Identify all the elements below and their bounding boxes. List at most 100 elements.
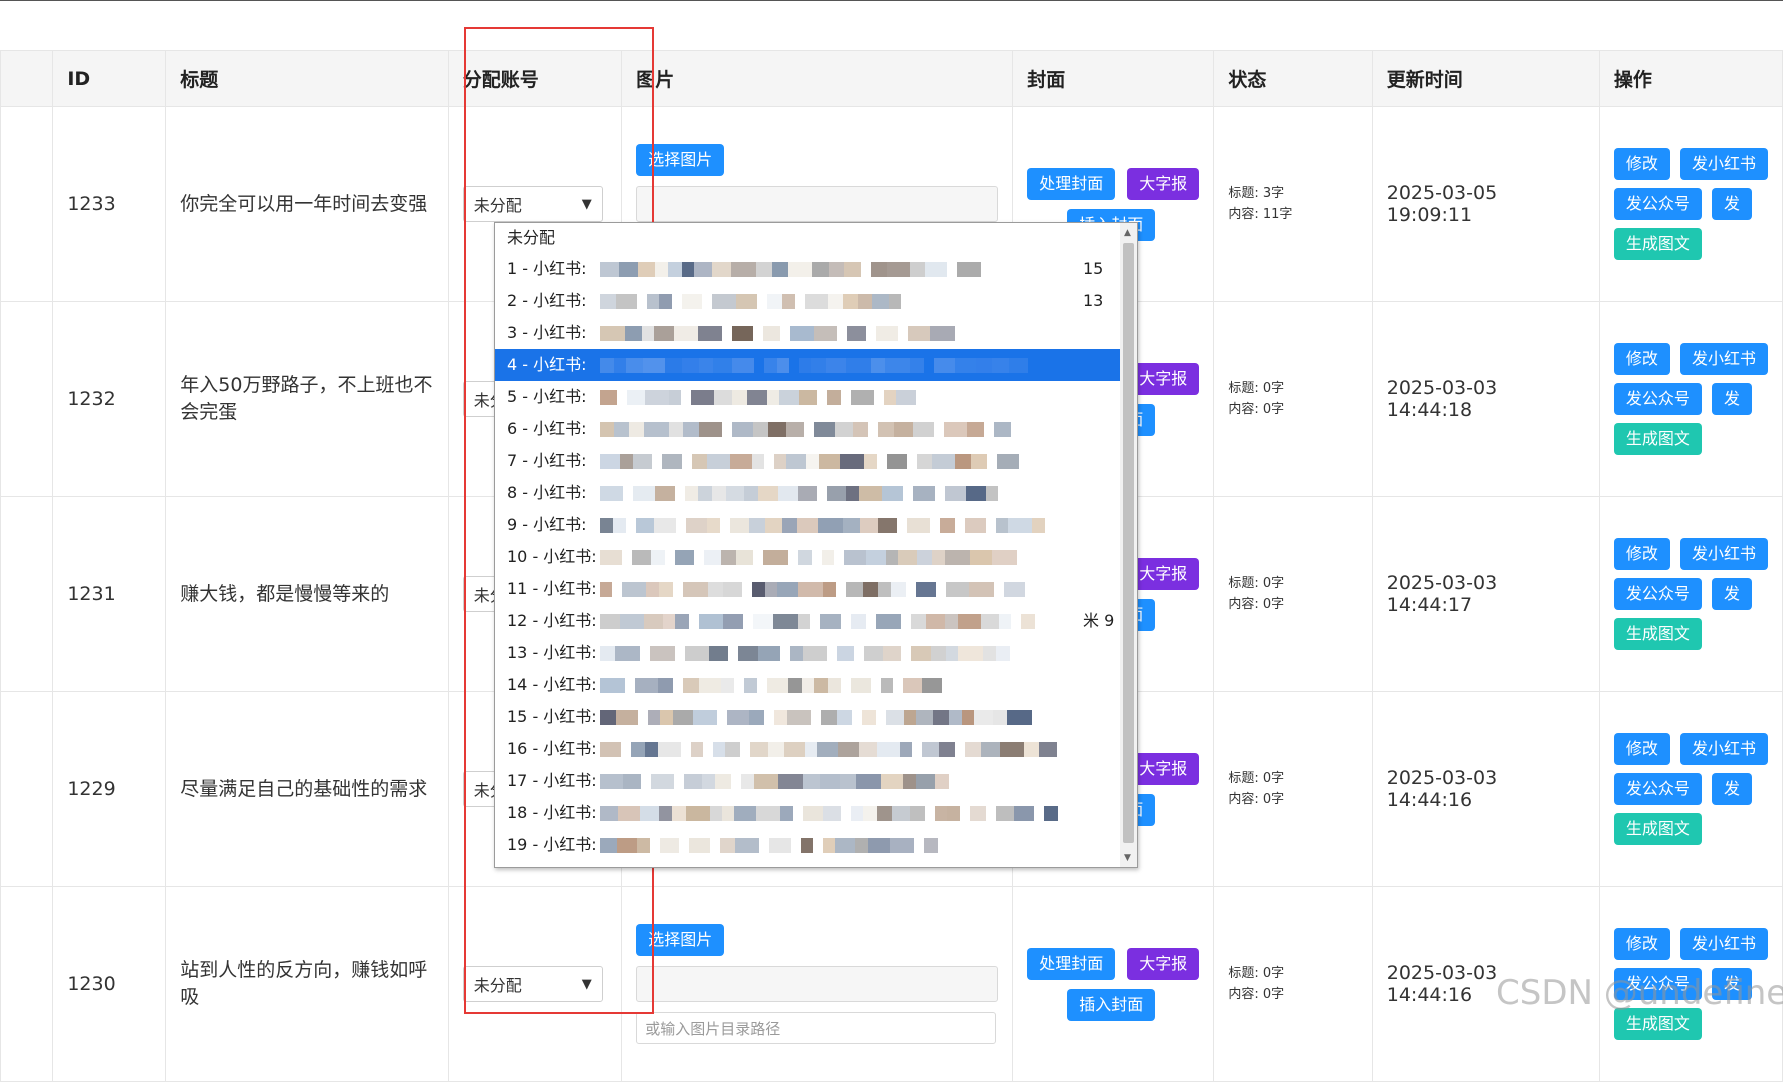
edit-button[interactable]: 修改 [1613,733,1670,765]
insert-cover-button[interactable]: 插入封面 [1067,988,1156,1021]
dropdown-option[interactable]: 17 - 小红书: [495,765,1137,797]
edit-button[interactable]: 修改 [1613,538,1670,570]
edit-button[interactable]: 修改 [1613,343,1670,375]
generate-post-button[interactable]: 生成图文 [1613,423,1702,455]
status-title-count: 标题: 0字 [1228,771,1285,786]
row-id: 1232 [52,301,167,497]
pick-image-button[interactable]: 选择图片 [636,144,725,176]
header-status: 状态 [1213,50,1373,107]
row-checkbox-cell [0,106,54,302]
blurred-account-name [600,486,1080,501]
row-title: 尽量满足自己的基础性的需求 [165,691,449,887]
updated-time: 2025-03-05 19:09:11 [1386,182,1498,226]
publish-xhs-button[interactable]: 发小红书 [1679,928,1768,960]
publish-xhs-button[interactable]: 发小红书 [1679,148,1768,180]
publish-more-button[interactable]: 发 [1711,188,1752,220]
scroll-down-icon[interactable]: ▼ [1124,853,1131,863]
generate-post-button[interactable]: 生成图文 [1613,813,1702,845]
big-text-cover-button[interactable]: 大字报 [1127,557,1200,590]
dropdown-option[interactable]: 14 - 小红书: [495,669,1137,701]
row-id-text: 1229 [67,778,116,800]
scroll-up-icon[interactable]: ▲ [1124,228,1131,238]
publish-xhs-button[interactable]: 发小红书 [1679,733,1768,765]
row-title: 你完全可以用一年时间去变强 [165,106,449,302]
row-title: 年入50万野路子，不上班也不会完蛋 [165,301,449,497]
dropdown-option[interactable]: 9 - 小红书: [495,509,1137,541]
dropdown-option-label: 4 - 小红书: [507,355,587,374]
dropdown-option[interactable]: 7 - 小红书: [495,445,1137,477]
blurred-account-name [600,806,1080,821]
dropdown-option[interactable]: 5 - 小红书: [495,381,1137,413]
generate-post-button[interactable]: 生成图文 [1613,618,1702,650]
account-select[interactable]: 未分配 ▼ [462,186,603,222]
dropdown-option-count: 米 9 [1083,611,1115,630]
publish-gzh-button[interactable]: 发公众号 [1613,188,1702,220]
process-cover-button[interactable]: 处理封面 [1027,167,1116,200]
publish-gzh-button[interactable]: 发公众号 [1613,383,1702,415]
big-text-cover-button[interactable]: 大字报 [1127,752,1200,785]
row-id-text: 1233 [67,193,116,215]
edit-button[interactable]: 修改 [1613,148,1670,180]
blurred-account-name [600,358,1080,373]
publish-more-button[interactable]: 发 [1711,773,1752,805]
dropdown-option[interactable]: 15 - 小红书: [495,701,1137,733]
pick-image-button[interactable]: 选择图片 [636,924,725,956]
big-text-cover-button[interactable]: 大字报 [1127,362,1200,395]
blurred-account-name [600,518,1080,533]
blurred-account-name [600,614,1080,629]
row-status-cell: 标题: 3字 内容: 11字 [1213,106,1373,302]
dropdown-scrollbar[interactable]: ▲ ▼ [1120,223,1137,867]
dropdown-option[interactable]: 11 - 小红书: [495,573,1137,605]
table-header-row: ID 标题 分配账号 图片 封面 状态 更新时间 操作 [0,50,1783,107]
dropdown-option[interactable]: 2 - 小红书: 13 [495,285,1137,317]
status-content-count: 内容: 0字 [1228,987,1285,1002]
dropdown-option-label: 10 - 小红书: [507,547,597,566]
dropdown-option[interactable]: 未分配 [495,223,1137,253]
dropdown-option-label: 14 - 小红书: [507,675,597,694]
row-updated-cell: 2025-03-05 19:09:11 [1371,106,1600,302]
header-image: 图片 [621,50,1014,107]
dropdown-option-label: 1 - 小红书: [507,259,587,278]
status-content-count: 内容: 0字 [1228,792,1285,807]
header-cover: 封面 [1012,50,1215,107]
publish-more-button[interactable]: 发 [1711,383,1752,415]
big-text-cover-button[interactable]: 大字报 [1127,167,1200,200]
status-title-count: 标题: 0字 [1228,381,1285,396]
dropdown-option[interactable]: 12 - 小红书: 米 9 [495,605,1137,637]
blurred-account-name [600,678,1080,693]
publish-xhs-button[interactable]: 发小红书 [1679,538,1768,570]
account-dropdown-list[interactable]: 未分配 1 - 小红书: 15 2 - 小红书: 13 3 - 小红书: 4 - 小红… [494,222,1138,868]
row-title-text: 你完全可以用一年时间去变强 [180,192,428,215]
process-cover-button[interactable]: 处理封面 [1027,947,1116,980]
edit-button[interactable]: 修改 [1613,928,1670,960]
updated-time: 2025-03-03 14:44:16 [1386,962,1498,1006]
publish-xhs-button[interactable]: 发小红书 [1679,343,1768,375]
dropdown-option[interactable]: 1 - 小红书: 15 [495,253,1137,285]
dropdown-option[interactable]: 10 - 小红书: [495,541,1137,573]
row-checkbox-cell [0,691,54,887]
row-updated-cell: 2025-03-03 14:44:18 [1371,301,1600,497]
generate-post-button[interactable]: 生成图文 [1613,228,1702,260]
dropdown-option[interactable]: 3 - 小红书: [495,317,1137,349]
account-select[interactable]: 未分配 ▼ [462,966,603,1002]
dropdown-option-label: 12 - 小红书: [507,611,597,630]
dropdown-option[interactable]: 6 - 小红书: [495,413,1137,445]
header-id: ID [52,50,167,107]
dropdown-option[interactable]: 4 - 小红书: [495,349,1137,381]
row-cover-cell: 处理封面 大字报 插入封面 [1012,886,1215,1082]
row-status-cell: 标题: 0字 内容: 0字 [1213,886,1373,1082]
big-text-cover-button[interactable]: 大字报 [1127,947,1200,980]
image-dir-input[interactable]: 或输入图片目录路径 [636,1012,997,1044]
row-title-text: 尽量满足自己的基础性的需求 [180,777,428,800]
dropdown-option[interactable]: 19 - 小红书: [495,829,1137,861]
dropdown-option[interactable]: 13 - 小红书: [495,637,1137,669]
row-id: 1230 [52,886,167,1082]
dropdown-option[interactable]: 16 - 小红书: [495,733,1137,765]
publish-gzh-button[interactable]: 发公众号 [1613,578,1702,610]
publish-more-button[interactable]: 发 [1711,578,1752,610]
dropdown-option[interactable]: 18 - 小红书: [495,797,1137,829]
dropdown-option[interactable]: 8 - 小红书: [495,477,1137,509]
header-actions: 操作 [1598,50,1783,107]
publish-gzh-button[interactable]: 发公众号 [1613,773,1702,805]
scrollbar-thumb[interactable] [1123,243,1134,843]
